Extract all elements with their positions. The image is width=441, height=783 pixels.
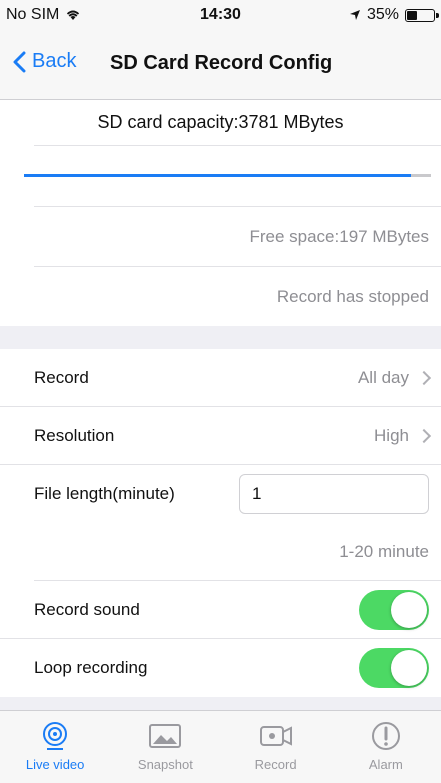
- location-arrow-icon: [349, 10, 360, 20]
- snapshot-icon: [148, 719, 182, 753]
- section-gap: [0, 326, 441, 349]
- record-status-row: Record has stopped: [34, 266, 441, 326]
- loop-recording-row: Loop recording: [0, 639, 441, 697]
- tab-live-video-label: Live video: [25, 757, 85, 772]
- free-space-row: Free space:197 MBytes: [34, 206, 441, 266]
- free-space-text: Free space:197 MBytes: [249, 226, 429, 246]
- battery-icon: [405, 8, 439, 22]
- resolution-value-group: High: [374, 425, 432, 446]
- toggle-knob: [391, 650, 427, 686]
- record-mode-label: Record: [34, 367, 89, 387]
- alarm-icon: [370, 719, 402, 753]
- record-sound-toggle[interactable]: [359, 589, 429, 630]
- page-title: SD Card Record Config: [110, 52, 333, 74]
- record-sound-row: Record sound: [0, 581, 441, 639]
- resolution-label: Resolution: [34, 425, 115, 445]
- tab-snapshot[interactable]: Snapshot: [110, 711, 220, 783]
- storage-section: SD card capacity:3781 MBytes Free space:…: [0, 100, 441, 326]
- battery-percent: 35%: [366, 6, 399, 23]
- capacity-text: SD card capacity:3781 MBytes: [97, 112, 344, 132]
- status-bar: No SIM 14:30 35%: [0, 0, 441, 30]
- tab-record-label: Record: [254, 757, 297, 772]
- record-mode-value: All day: [357, 367, 409, 387]
- storage-progress-bar: [24, 174, 431, 177]
- loop-recording-toggle[interactable]: [359, 648, 429, 688]
- tab-record[interactable]: Record: [221, 711, 331, 783]
- resolution-value: High: [374, 425, 409, 445]
- file-length-label: File length(minute): [34, 484, 175, 503]
- tab-live-video[interactable]: Live video: [0, 711, 110, 783]
- tab-snapshot-label: Snapshot: [137, 757, 193, 772]
- tab-bar: Live video Snapshot Record Alarm: [0, 710, 441, 783]
- toggle-knob: [391, 591, 427, 628]
- loop-recording-label: Loop recording: [34, 658, 148, 677]
- storage-progress-fill: [24, 174, 411, 177]
- chevron-right-icon: [416, 370, 432, 385]
- back-button[interactable]: Back: [12, 50, 76, 73]
- tab-alarm-label: Alarm: [368, 757, 403, 772]
- capacity-row: SD card capacity:3781 MBytes: [34, 100, 441, 146]
- record-mode-value-group: All day: [357, 367, 432, 388]
- tab-alarm[interactable]: Alarm: [331, 711, 441, 783]
- file-length-hint-row: 1-20 minute: [34, 523, 441, 581]
- content: SD card capacity:3781 MBytes Free space:…: [0, 100, 441, 710]
- status-right: 35%: [349, 6, 439, 24]
- record-sound-label: Record sound: [34, 599, 140, 619]
- chevron-left-icon: [13, 51, 26, 72]
- file-length-row: File length(minute) 1: [0, 465, 441, 523]
- record-mode-row[interactable]: Record All day: [0, 349, 441, 407]
- record-icon: [259, 719, 293, 753]
- resolution-row[interactable]: Resolution High: [0, 407, 441, 465]
- file-length-input[interactable]: 1: [239, 474, 429, 514]
- live-video-icon: [39, 719, 71, 753]
- settings-section: Record All day Resolution High File leng…: [0, 349, 441, 697]
- battery-fill: [407, 10, 417, 20]
- chevron-right-icon: [416, 428, 432, 443]
- nav-bar: Back SD Card Record Config: [0, 30, 441, 100]
- file-length-hint: 1-20 minute: [339, 541, 429, 561]
- record-status-text: Record has stopped: [276, 286, 429, 306]
- back-label: Back: [32, 50, 77, 72]
